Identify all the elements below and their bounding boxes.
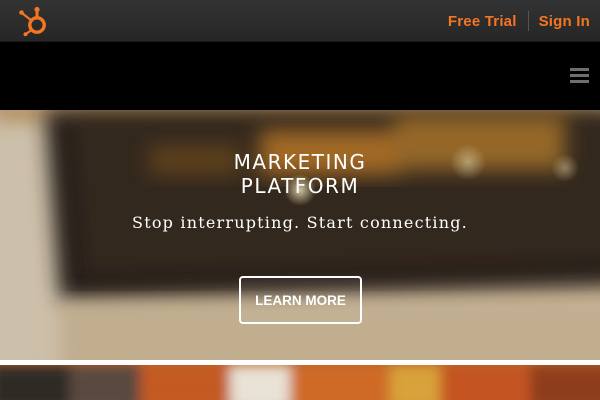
learn-more-button[interactable]: LEARN MORE <box>239 276 362 324</box>
hero-title-line2: PLATFORM <box>240 174 360 198</box>
hero-title: MARKETING PLATFORM <box>0 150 600 198</box>
link-divider <box>527 11 529 31</box>
hamburger-menu-icon[interactable] <box>570 68 589 84</box>
hero-title-line1: MARKETING <box>233 150 367 174</box>
free-trial-link[interactable]: Free Trial <box>448 13 517 30</box>
top-bar: Free Trial Sign In <box>0 0 600 42</box>
hubspot-sprocket-icon[interactable] <box>17 5 51 37</box>
hero-tagline: Stop interrupting. Start connecting. <box>132 213 468 232</box>
sign-in-link[interactable]: Sign In <box>539 13 590 30</box>
nav-bar <box>0 42 600 110</box>
next-section-image <box>0 365 600 400</box>
top-links: Free Trial Sign In <box>448 0 590 42</box>
